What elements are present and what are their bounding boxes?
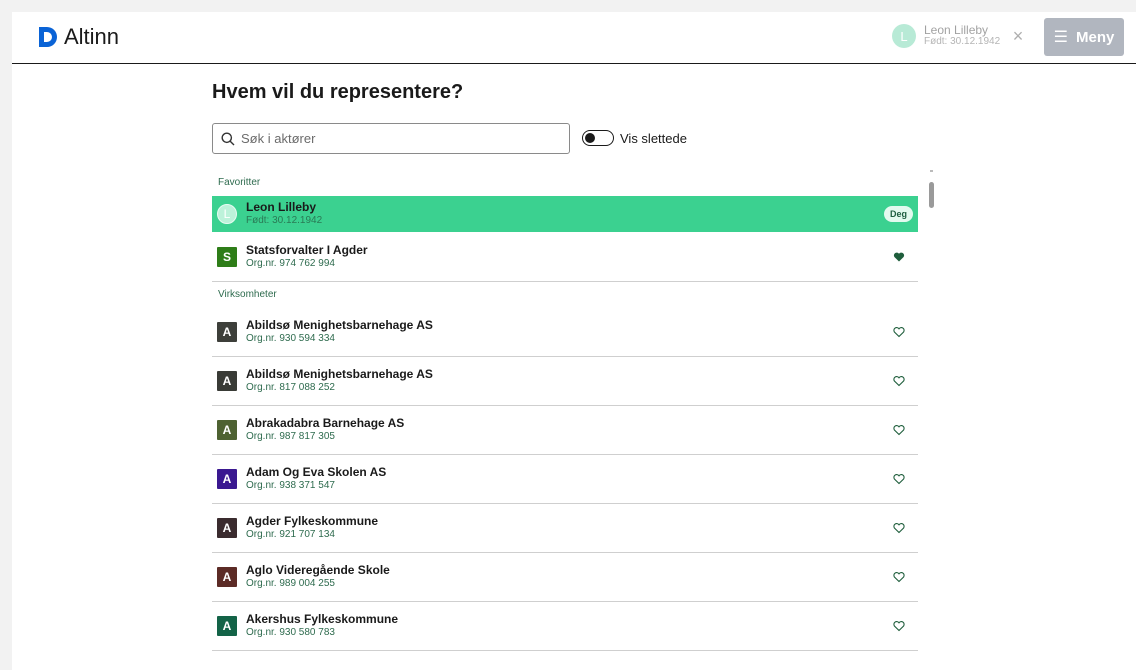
- actor-name: Leon Lilleby: [246, 200, 317, 214]
- search-box[interactable]: [212, 123, 570, 154]
- list-item[interactable]: A Abildsø Menighetsbarnehage AS Org.nr. 81…: [212, 357, 918, 406]
- scroll-up-arrow[interactable]: [930, 170, 933, 172]
- show-deleted-toggle[interactable]: Vis slettede: [582, 130, 687, 146]
- scrollbar[interactable]: [928, 170, 936, 670]
- actor-sub: Org.nr. 987 817 305: [246, 431, 335, 442]
- menu-button[interactable]: ☰ Meny: [1044, 18, 1124, 56]
- self-badge: Deg: [883, 206, 913, 222]
- actor-name: Abrakadabra Barnehage AS: [246, 416, 405, 430]
- actor-sub: Org.nr. 930 580 783: [246, 627, 335, 638]
- org-avatar: A: [217, 371, 237, 391]
- heart-outline-icon[interactable]: [893, 424, 905, 436]
- actor-sub: Org.nr. 921 707 134: [246, 529, 335, 540]
- hamburger-icon: ☰: [1053, 29, 1068, 46]
- list-item[interactable]: A Adam Og Eva Skolen AS Org.nr. 938 371 54…: [212, 455, 918, 504]
- logo-text: Altinn: [64, 24, 120, 49]
- heart-outline-icon[interactable]: [893, 522, 905, 534]
- org-avatar: A: [217, 518, 237, 538]
- menu-button-label: Meny: [1076, 28, 1115, 46]
- actor-sub: Org.nr. 974 762 994: [246, 258, 335, 269]
- heart-outline-icon[interactable]: [893, 620, 905, 632]
- org-avatar: A: [217, 567, 237, 587]
- actor-name: Adam Og Eva Skolen AS: [246, 465, 387, 479]
- heart-outline-icon[interactable]: [893, 473, 905, 485]
- actor-list: Favoritter L Leon Lilleby Født: 30.12.19…: [212, 170, 918, 670]
- actor-name: Statsforvalter I Agder: [246, 243, 368, 257]
- search-input[interactable]: [241, 131, 561, 146]
- org-avatar: A: [217, 420, 237, 440]
- toggle-knob: [585, 132, 595, 143]
- actor-sub: Født: 30.12.1942: [246, 215, 323, 226]
- toggle-switch[interactable]: [582, 130, 614, 146]
- list-item[interactable]: A Abildsø Menighetsbarnehage AS Org.nr. 93…: [212, 308, 918, 357]
- org-avatar: S: [217, 247, 237, 267]
- section-favorites: Favoritter: [218, 177, 261, 188]
- close-icon[interactable]: ×: [1010, 27, 1026, 45]
- top-header: Altinn L Leon Lilleby Født: 30.12.1942 ×…: [12, 12, 1136, 64]
- actor-sub: Org.nr. 989 004 255: [246, 578, 335, 589]
- org-avatar: A: [217, 469, 237, 489]
- list-item-self[interactable]: L Leon Lilleby Født: 30.12.1942 Deg: [212, 196, 918, 233]
- altinn-logo-icon: [39, 27, 57, 47]
- list-item[interactable]: A Abrakadabra Barnehage AS Org.nr. 987 817…: [212, 406, 918, 455]
- actor-name: Aglo Videregående Skole: [246, 563, 390, 577]
- main-content: Hvem vil du representere? Vis slettede F…: [212, 64, 934, 670]
- altinn-logo[interactable]: Altinn: [36, 25, 119, 49]
- list-item[interactable]: A Aglo Videregående Skole Org.nr. 989 004 …: [212, 553, 918, 602]
- heart-outline-icon[interactable]: [893, 375, 905, 387]
- list-item[interactable]: A Agder Fylkeskommune Org.nr. 921 707 134: [212, 504, 918, 553]
- list-item[interactable]: A Akershus Fylkeskommune Org.nr. 930 580 7…: [212, 602, 918, 651]
- heart-outline-icon[interactable]: [893, 571, 905, 583]
- org-avatar: A: [217, 322, 237, 342]
- search-icon: [221, 132, 235, 145]
- user-avatar: L: [892, 24, 916, 48]
- scroll-thumb[interactable]: [929, 182, 934, 208]
- list-item[interactable]: S Statsforvalter I Agder Org.nr. 974 762…: [212, 233, 918, 282]
- actor-name: Abildsø Menighetsbarnehage AS: [246, 318, 433, 332]
- app-window: Altinn L Leon Lilleby Født: 30.12.1942 ×…: [12, 12, 1136, 670]
- actor-name: Agder Fylkeskommune: [246, 514, 379, 528]
- avatar: L: [217, 204, 237, 224]
- section-companies: Virksomheter: [218, 289, 277, 300]
- current-user: L Leon Lilleby Født: 30.12.1942: [892, 24, 1000, 48]
- actor-sub: Org.nr. 938 371 547: [246, 480, 335, 491]
- toggle-label: Vis slettede: [620, 130, 687, 146]
- actor-sub: Org.nr. 817 088 252: [246, 382, 335, 393]
- heart-filled-icon[interactable]: [893, 251, 905, 263]
- heart-outline-icon[interactable]: [893, 326, 905, 338]
- user-name: Leon Lilleby: [924, 23, 989, 37]
- page-title: Hvem vil du representere?: [212, 81, 464, 103]
- org-avatar: A: [217, 616, 237, 636]
- actor-sub: Org.nr. 930 594 334: [246, 333, 335, 344]
- actor-name: Abildsø Menighetsbarnehage AS: [246, 367, 433, 381]
- actor-name: Akershus Fylkeskommune: [246, 612, 399, 626]
- user-birthdate: Født: 30.12.1942: [924, 36, 1001, 47]
